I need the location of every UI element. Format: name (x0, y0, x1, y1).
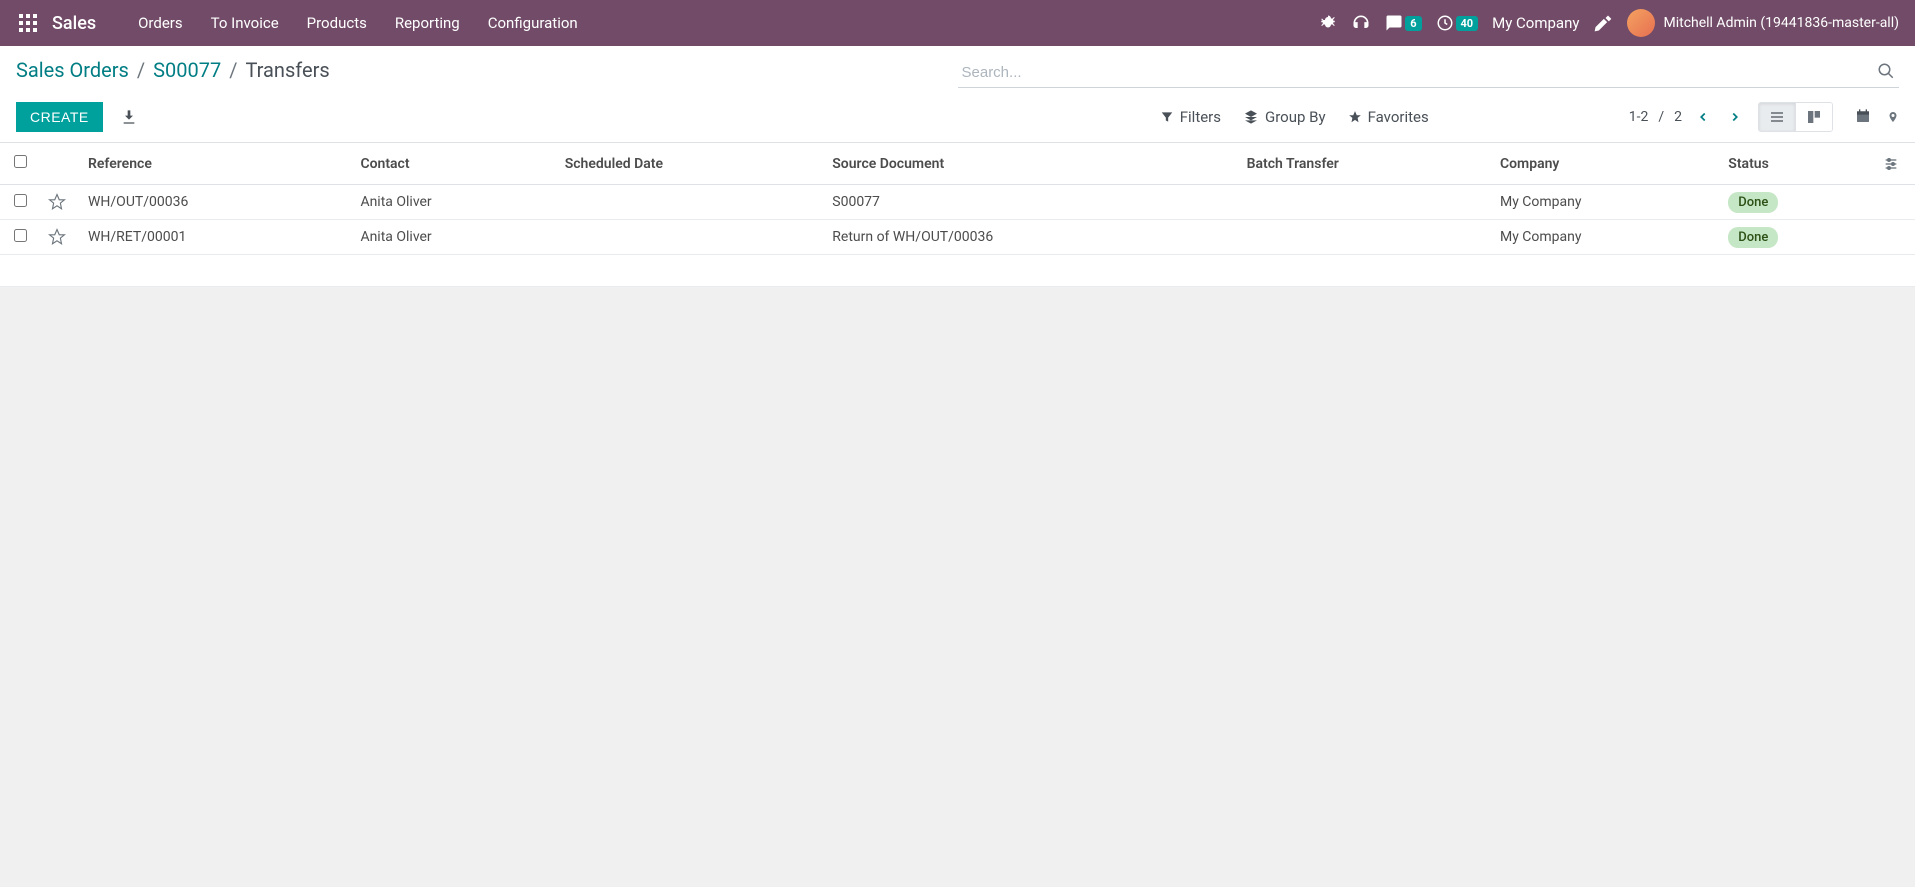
voip-icon[interactable] (1351, 13, 1371, 33)
row-checkbox[interactable] (14, 229, 27, 242)
user-menu[interactable]: Mitchell Admin (19441836-master-all) (1627, 9, 1899, 37)
settings-icon[interactable] (1593, 13, 1613, 33)
download-icon[interactable] (121, 109, 137, 125)
top-navbar: Sales Orders To Invoice Products Reporti… (0, 0, 1915, 46)
filters-label: Filters (1180, 108, 1221, 126)
table-row[interactable]: WH/OUT/00036 Anita Oliver S00077 My Comp… (0, 185, 1915, 220)
star-icon[interactable] (40, 185, 80, 220)
breadcrumb-separator: / (137, 58, 145, 82)
pager-next-icon[interactable] (1724, 106, 1746, 128)
star-icon[interactable] (40, 220, 80, 255)
debug-icon[interactable] (1319, 14, 1337, 32)
optional-columns-toggle[interactable] (1875, 143, 1915, 185)
view-switcher (1758, 102, 1833, 132)
col-batch-transfer[interactable]: Batch Transfer (1239, 143, 1492, 185)
cell-contact: Anita Oliver (352, 220, 556, 255)
search-container (958, 58, 1900, 88)
pager-and-views: 1-2 / 2 (1629, 102, 1899, 132)
group-by-button[interactable]: Group By (1243, 108, 1326, 126)
control-panel-bottom: CREATE Filters Group By Favorites 1-2 / (16, 102, 1899, 142)
cell-status: Done (1720, 220, 1875, 255)
priority-header (40, 143, 80, 185)
cell-batch-transfer (1239, 185, 1492, 220)
col-scheduled-date[interactable]: Scheduled Date (557, 143, 825, 185)
transfers-table: Reference Contact Scheduled Date Source … (0, 143, 1915, 255)
list-view-icon[interactable] (1759, 103, 1796, 131)
select-all-header (0, 143, 40, 185)
calendar-view-icon[interactable] (1855, 108, 1871, 126)
status-badge: Done (1728, 227, 1778, 248)
avatar (1627, 9, 1655, 37)
col-source-document[interactable]: Source Document (824, 143, 1238, 185)
status-badge: Done (1728, 192, 1778, 213)
cell-contact: Anita Oliver (352, 185, 556, 220)
nav-configuration[interactable]: Configuration (474, 0, 592, 46)
search-input[interactable] (958, 58, 1900, 88)
user-name: Mitchell Admin (19441836-master-all) (1663, 15, 1899, 31)
group-by-label: Group By (1265, 108, 1326, 126)
messages-badge: 6 (1405, 16, 1421, 31)
breadcrumb-current: Transfers (245, 58, 329, 82)
cell-source-document: Return of WH/OUT/00036 (824, 220, 1238, 255)
breadcrumb-sales-orders[interactable]: Sales Orders (16, 58, 129, 82)
cell-reference: WH/OUT/00036 (80, 185, 352, 220)
breadcrumb-separator: / (229, 58, 237, 82)
cell-batch-transfer (1239, 220, 1492, 255)
control-panel-top: Sales Orders / S00077 / Transfers (16, 58, 1899, 88)
row-checkbox-cell (0, 185, 40, 220)
cell-company: My Company (1492, 220, 1720, 255)
col-contact[interactable]: Contact (352, 143, 556, 185)
table-row[interactable]: WH/RET/00001 Anita Oliver Return of WH/O… (0, 220, 1915, 255)
nav-orders[interactable]: Orders (124, 0, 197, 46)
cell-company: My Company (1492, 185, 1720, 220)
list-view: Reference Contact Scheduled Date Source … (0, 143, 1915, 287)
activities-icon[interactable]: 40 (1436, 14, 1479, 32)
company-selector[interactable]: My Company (1492, 14, 1579, 32)
col-company[interactable]: Company (1492, 143, 1720, 185)
pager-sep: / (1658, 109, 1664, 125)
cell-scheduled-date (557, 185, 825, 220)
search-icon[interactable] (1877, 62, 1895, 80)
select-all-checkbox[interactable] (14, 155, 27, 168)
pager: 1-2 / 2 (1629, 106, 1746, 128)
row-trailing-cell (1875, 220, 1915, 255)
activities-badge: 40 (1456, 16, 1479, 31)
favorites-button[interactable]: Favorites (1348, 108, 1429, 126)
app-brand[interactable]: Sales (52, 13, 96, 34)
cell-source-document: S00077 (824, 185, 1238, 220)
cell-reference: WH/RET/00001 (80, 220, 352, 255)
breadcrumb-order[interactable]: S00077 (153, 58, 221, 82)
row-checkbox[interactable] (14, 194, 27, 207)
row-trailing-cell (1875, 185, 1915, 220)
pager-range[interactable]: 1-2 (1629, 109, 1649, 125)
filters-button[interactable]: Filters (1160, 108, 1221, 126)
navbar-right: 6 40 My Company Mitchell Admin (19441836… (1319, 9, 1899, 37)
pager-prev-icon[interactable] (1692, 106, 1714, 128)
messages-icon[interactable]: 6 (1385, 14, 1421, 32)
kanban-view-icon[interactable] (1796, 103, 1832, 131)
pager-total: 2 (1674, 109, 1682, 125)
cell-scheduled-date (557, 220, 825, 255)
table-footer-spacer (0, 255, 1915, 287)
cell-status: Done (1720, 185, 1875, 220)
nav-products[interactable]: Products (293, 0, 381, 46)
table-header-row: Reference Contact Scheduled Date Source … (0, 143, 1915, 185)
map-view-icon[interactable] (1887, 108, 1899, 126)
apps-icon[interactable] (16, 11, 40, 35)
control-panel: Sales Orders / S00077 / Transfers CREATE… (0, 46, 1915, 143)
nav-reporting[interactable]: Reporting (381, 0, 474, 46)
breadcrumb: Sales Orders / S00077 / Transfers (16, 58, 330, 82)
row-checkbox-cell (0, 220, 40, 255)
col-reference[interactable]: Reference (80, 143, 352, 185)
col-status[interactable]: Status (1720, 143, 1875, 185)
favorites-label: Favorites (1368, 108, 1429, 126)
extra-views (1855, 108, 1899, 126)
search-options: Filters Group By Favorites (1160, 108, 1429, 126)
nav-to-invoice[interactable]: To Invoice (197, 0, 293, 46)
create-button[interactable]: CREATE (16, 102, 103, 132)
navbar-left: Sales Orders To Invoice Products Reporti… (16, 0, 592, 46)
